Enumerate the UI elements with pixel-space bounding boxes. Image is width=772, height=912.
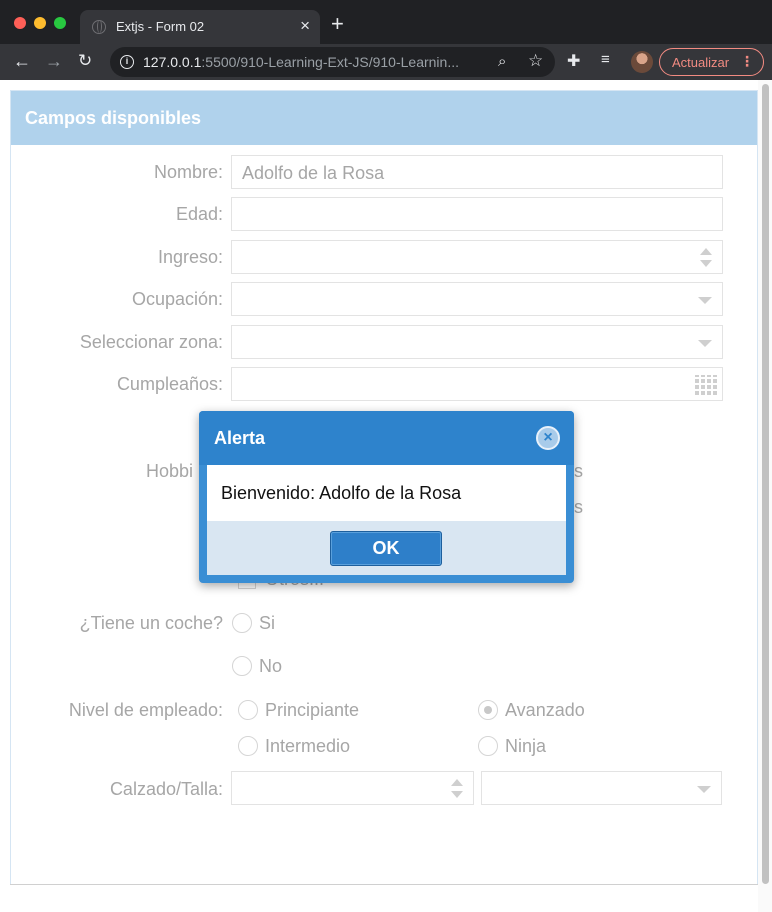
chevron-down-icon[interactable] [697,786,711,793]
nivel-intermedio-radio[interactable] [238,736,258,756]
hobby-option-text: s [574,461,583,481]
nivel-principiante-radio[interactable] [238,700,258,720]
panel-header: Campos disponibles [11,91,757,145]
chevron-down-icon[interactable] [698,340,712,347]
back-button[interactable]: ← [13,51,31,71]
calzado-number-field[interactable] [231,771,474,805]
nivel-label: Nivel de empleado: [68,700,223,720]
ingreso-number-field[interactable] [231,240,723,274]
info-icon[interactable]: i [120,55,134,69]
spin-up-icon[interactable] [451,779,463,786]
spin-down-icon[interactable] [700,260,712,267]
tab-title: Extjs - Form 02 [116,19,205,34]
coche-no-label: No [259,656,283,676]
update-button-label: Actualizar [672,55,730,70]
divider [10,884,758,885]
zona-combo[interactable] [231,325,723,359]
edad-input[interactable] [231,197,723,231]
scroll-thumb[interactable] [762,84,769,884]
dialog-header: Alerta × [199,411,574,465]
coche-label: ¿Tiene un coche? [79,613,223,633]
coche-si-radio[interactable] [232,613,252,633]
reload-button[interactable]: ↻ [78,51,92,71]
address-bar[interactable]: i 127.0.0.1:5500/910-Learning-Ext-JS/910… [110,47,555,77]
nombre-label: Nombre: [153,162,223,182]
update-button[interactable]: Actualizar ⋮ [659,48,764,76]
page-scrollbar[interactable] [758,80,772,912]
media-control-icon[interactable]: ≡ [601,51,610,68]
panel-title: Campos disponibles [25,108,202,128]
nombre-value: Adolfo de la Rosa [242,163,385,183]
ok-button[interactable]: OK [330,531,442,566]
globe-icon [92,20,106,34]
talla-combo[interactable] [481,771,722,805]
bookmark-star-icon[interactable]: ☆ [528,51,543,71]
browser-tab[interactable]: Extjs - Form 02 × [80,10,320,44]
hobby-option-text: s [574,497,583,517]
nivel-avanzado-label: Avanzado [505,700,585,720]
zoom-icon[interactable]: ⌕ [498,53,506,70]
new-tab-button[interactable]: + [331,13,344,35]
chevron-down-icon[interactable] [698,297,712,304]
tab-close-icon[interactable]: × [300,16,310,36]
menu-dots-icon[interactable]: ⋮ [740,53,754,70]
nivel-intermedio-label: Intermedio [265,736,351,756]
hobbies-label: Hobbi [146,461,194,481]
window-close-button[interactable] [14,17,26,29]
window-minimize-button[interactable] [34,17,46,29]
edad-label: Edad: [175,204,223,224]
nivel-avanzado-radio[interactable] [478,700,498,720]
calzado-label: Calzado/Talla: [109,779,223,799]
ocupacion-label: Ocupación: [131,289,223,309]
close-icon[interactable]: × [536,426,560,450]
browser-toolbar: ← → ↻ i 127.0.0.1:5500/910-Learning-Ext-… [0,44,772,80]
nivel-ninja-radio[interactable] [478,736,498,756]
ocupacion-combo[interactable] [231,282,723,316]
profile-avatar[interactable] [631,51,653,73]
window-maximize-button[interactable] [54,17,66,29]
forward-button[interactable]: → [45,51,63,71]
cumple-label: Cumpleaños: [116,374,223,394]
spin-up-icon[interactable] [700,248,712,255]
ingreso-label: Ingreso: [157,247,223,267]
zona-label: Seleccionar zona: [79,332,223,352]
dialog-footer: OK [207,521,566,575]
dialog-message: Bienvenido: Adolfo de la Rosa [221,483,462,503]
url-text[interactable]: 127.0.0.1:5500/910-Learning-Ext-JS/910-L… [143,54,488,70]
cumple-date-field[interactable] [231,367,723,401]
coche-no-radio[interactable] [232,656,252,676]
nivel-principiante-label: Principiante [265,700,360,720]
coche-si-label: Si [259,613,276,633]
browser-tab-bar: Extjs - Form 02 × + [0,0,772,44]
spin-down-icon[interactable] [451,791,463,798]
calendar-icon[interactable] [695,375,717,395]
dialog-title: Alerta [214,428,266,448]
alert-dialog: Alerta × Bienvenido: Adolfo de la Rosa O… [199,411,574,583]
extensions-icon[interactable]: ✚ [567,51,580,71]
nombre-input[interactable]: Adolfo de la Rosa [231,155,723,189]
nivel-ninja-label: Ninja [505,736,547,756]
dialog-body: Bienvenido: Adolfo de la Rosa [207,465,566,521]
